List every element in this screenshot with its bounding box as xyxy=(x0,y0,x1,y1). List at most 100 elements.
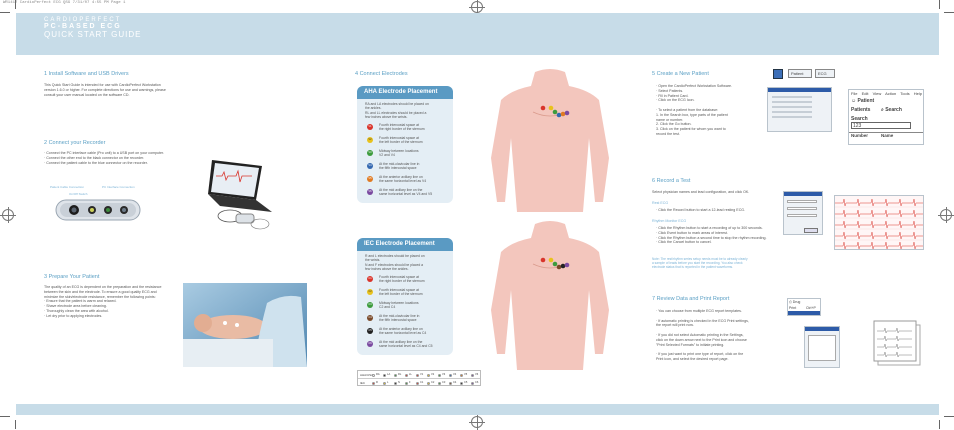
lead-color-swatch xyxy=(383,373,386,377)
lead-color-swatch xyxy=(438,373,441,377)
text-line: the right border of the sternum xyxy=(379,127,425,132)
workstation-app-icon[interactable] xyxy=(773,69,783,79)
lead-code: F xyxy=(409,380,411,384)
menu-file[interactable]: File xyxy=(851,91,857,96)
form-field[interactable] xyxy=(772,101,812,103)
patient-icon: ☺ xyxy=(851,98,857,104)
ecg-waveform-screen xyxy=(834,195,924,250)
lead-code: RL xyxy=(398,372,402,376)
electrode-code-badge: C4 xyxy=(367,315,373,321)
template-list[interactable] xyxy=(808,335,836,361)
electrode-description: Midway between locations V2 and V4 xyxy=(379,149,419,158)
electrode-description: Fourth intercostal space at the right bor… xyxy=(379,275,425,284)
registration-mark xyxy=(469,0,485,15)
text-line: 1. In the Search box, type parts of the … xyxy=(656,112,728,117)
lead-code: V4 xyxy=(453,372,457,376)
patient-toolbar-button[interactable]: Patient xyxy=(788,69,812,78)
lead-code: C5 xyxy=(464,380,468,384)
record-settings-dialog xyxy=(783,191,823,235)
results-header: Number Name xyxy=(849,132,923,139)
electrode-description: Fourth intercostal space at the left bord… xyxy=(379,136,423,145)
form-field[interactable] xyxy=(787,214,817,217)
torso-iec-illustration xyxy=(491,221,609,370)
selected-menu-item[interactable] xyxy=(788,311,820,315)
button-label: Patient xyxy=(791,71,804,76)
lead-color-swatch xyxy=(394,381,397,385)
printed-report-preview xyxy=(873,320,921,366)
electrode-description: Fourth intercostal space at the left bord… xyxy=(379,288,423,297)
title-bar xyxy=(784,192,822,196)
lead-code: C4 xyxy=(453,380,457,384)
section-4-heading: 4 Connect Electrodes xyxy=(355,71,408,77)
search-icon: ⌕ xyxy=(881,107,884,113)
menu-edit[interactable]: Edit xyxy=(862,91,869,96)
form-field[interactable] xyxy=(772,111,812,113)
lead-code: C2 xyxy=(431,380,435,384)
search-button[interactable]: ⌕ Search xyxy=(881,107,902,113)
crop-mark xyxy=(939,420,940,429)
search-input[interactable]: 123 xyxy=(851,122,911,129)
column-name[interactable]: Name xyxy=(881,133,893,138)
drug-tab[interactable]: ⎙ Drug xyxy=(789,300,800,304)
form-field[interactable] xyxy=(772,116,812,118)
form-field[interactable] xyxy=(772,106,812,108)
ok-button[interactable] xyxy=(804,228,818,233)
text-line: record the test. xyxy=(656,131,680,136)
aha-panel-title: AHA Electrode Placement xyxy=(357,86,453,99)
rhythm-ecg-text: · Click the Rhythm button to start a rec… xyxy=(656,226,766,245)
lead-config-select[interactable] xyxy=(787,207,817,210)
lead-code: V5 xyxy=(464,372,468,376)
lead-color-table: AHA/USA RA LA RL LL V1 V2 V3 V4 V5 V6 IEC R L N F C1 C… xyxy=(357,370,481,386)
rest-ecg-title: Rest ECG xyxy=(652,201,669,205)
section-6-heading: 6 Record a Test xyxy=(652,178,691,184)
form-field[interactable] xyxy=(772,96,812,98)
ecg-toolbar-button[interactable]: ECG xyxy=(815,69,835,78)
patients-tab[interactable]: Patients xyxy=(851,107,870,113)
text-line: Select physician names and lead configur… xyxy=(652,190,750,194)
lead-color-swatch xyxy=(394,373,397,377)
menu-action[interactable]: Action xyxy=(885,91,896,96)
rhythm-ecg-title: Rhythm Monitor ECG xyxy=(652,219,687,223)
crop-mark xyxy=(15,0,16,9)
section-7-heading: 7 Review Data and Print Report xyxy=(652,296,730,302)
text-line: · Click the Cancel button to cancel. xyxy=(656,240,712,245)
text-line: C2 and C4 xyxy=(379,305,396,310)
label-pc-interface: PC Interface Connection xyxy=(102,185,135,189)
print-slug: WR1417 CardioPerfect ECG QSG 7/31/07 4:5… xyxy=(3,1,126,5)
column-number[interactable]: Number xyxy=(851,133,868,138)
text-line: the left border of the sternum xyxy=(379,292,423,297)
lead-color-swatch xyxy=(471,373,474,377)
lead-code: R xyxy=(376,380,378,384)
electrode-description: At the mid-clavicular line in the fifth i… xyxy=(379,162,419,171)
menu-view[interactable]: View xyxy=(873,91,882,96)
electrode-description: At the anterior axillary line on the same… xyxy=(379,175,426,184)
print-menu-item[interactable]: Print xyxy=(789,306,796,310)
section-1-heading: 1 Install Software and USB Drivers xyxy=(44,71,129,77)
electrode-description: At the mid axillary line on the same hori… xyxy=(379,188,432,197)
title-bar xyxy=(805,327,839,331)
lead-color-swatch xyxy=(449,381,452,385)
aha-placement-panel: AHA Electrode Placement RA and LA electr… xyxy=(357,86,453,203)
lead-color-swatch xyxy=(416,381,419,385)
text-line: the same horizontal level as V4 xyxy=(379,179,427,184)
patient-button[interactable]: ☺ Patient xyxy=(851,98,874,104)
electrode-code-badge: C6 xyxy=(367,341,373,347)
section-1-text: This Quick Start Guide is intended for u… xyxy=(44,83,166,97)
text-line: same horizontal level as V4 and V5 xyxy=(379,192,433,197)
text-line: · Click the Record button to start a 12-… xyxy=(656,208,746,212)
section-5-text: · Open the CardioPerfect Workstation Sof… xyxy=(656,84,732,137)
report-templates-dialog xyxy=(804,326,840,368)
electrode-description: At the mid axillary line on the same hori… xyxy=(379,340,433,349)
section-6-intro: Select physician names and lead configur… xyxy=(652,190,749,195)
print-icon: ⎙ xyxy=(789,300,792,304)
button-label: ECG xyxy=(818,71,827,76)
search-value: 123 xyxy=(853,123,862,129)
physician-select[interactable] xyxy=(787,200,817,203)
lead-code: V3 xyxy=(442,372,446,376)
print-shortcut: Ctrl+P xyxy=(806,306,816,310)
menu-tools[interactable]: Tools xyxy=(900,91,909,96)
text-line: few inches above the ankles. xyxy=(365,267,409,272)
iec-panel-title: IEC Electrode Placement xyxy=(357,238,453,251)
menu-help[interactable]: Help xyxy=(914,91,922,96)
brand-line-3: QUICK START GUIDE xyxy=(44,29,142,39)
